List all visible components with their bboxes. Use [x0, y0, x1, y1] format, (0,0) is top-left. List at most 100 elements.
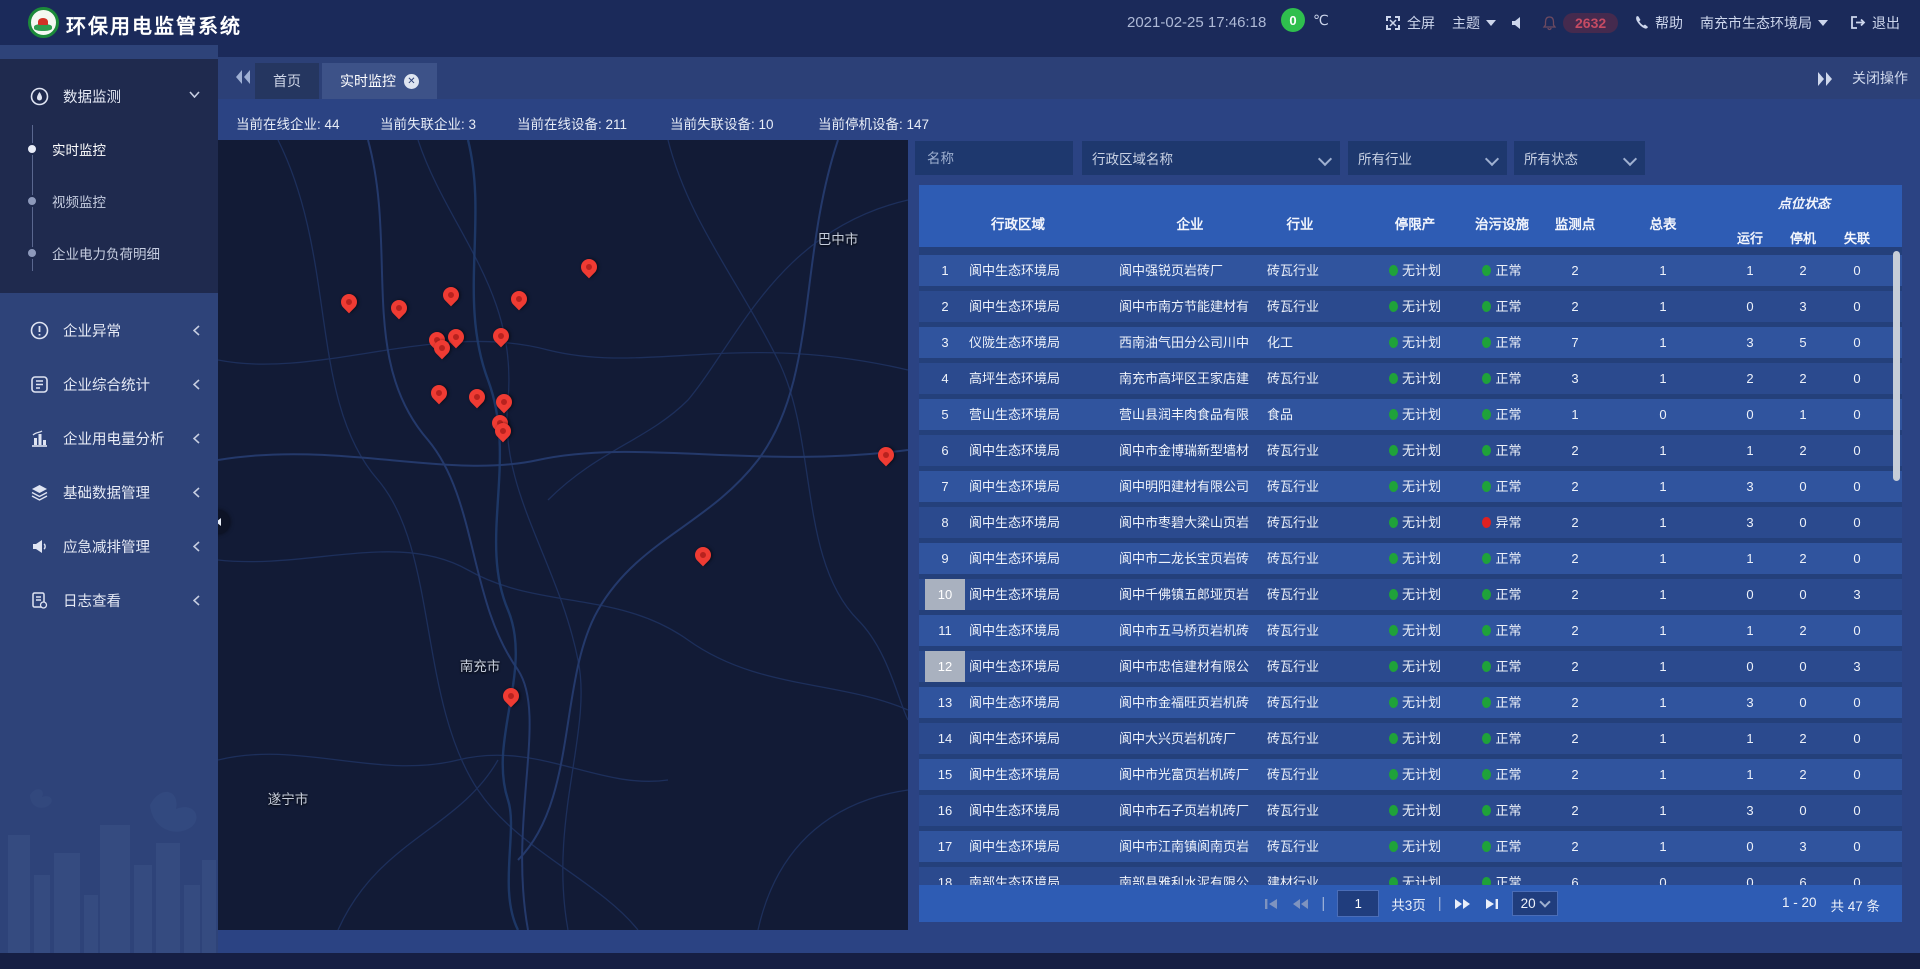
chevron-down-icon	[1486, 20, 1496, 26]
table-scrollbar-thumb[interactable]	[1893, 251, 1900, 481]
last-page-icon	[1484, 897, 1500, 911]
cell-region: 阆中生态环境局	[969, 831, 1099, 862]
cell-halt-count: 6	[1783, 867, 1823, 885]
cell-halt-count: 2	[1783, 759, 1823, 790]
footer-strip	[0, 953, 1920, 969]
tab-close-icon[interactable]: ✕	[404, 74, 419, 89]
page-size-select[interactable]: 20	[1512, 891, 1558, 916]
cell-industry: 砖瓦行业	[1267, 507, 1362, 538]
sidebar-item-label: 应急减排管理	[63, 536, 150, 557]
table-row[interactable]: 3仪陇生态环境局西南油气田分公司川中化工无计划正常71350	[919, 327, 1902, 358]
table-row[interactable]: 5营山生态环境局营山县润丰肉食品有限食品无计划正常10010	[919, 399, 1902, 430]
tabs-scroll-right-icon[interactable]	[1814, 68, 1836, 90]
gis-map[interactable]: 巴中市南充市遂宁市	[218, 140, 908, 930]
cell-monitor-count: 2	[1555, 795, 1595, 826]
log-file-icon	[30, 591, 49, 610]
theme-menu[interactable]: 主题	[1452, 0, 1496, 45]
first-page-button[interactable]	[1263, 897, 1279, 911]
cell-lost-count: 0	[1837, 759, 1877, 790]
table-row[interactable]: 9阆中生态环境局阆中市二龙长宝页岩砖砖瓦行业无计划正常21120	[919, 543, 1902, 574]
status-dot-icon	[1482, 553, 1491, 564]
tab-realtime-monitor[interactable]: 实时监控 ✕	[322, 63, 437, 99]
sidebar-item-emergency-reduction[interactable]: 应急减排管理	[0, 519, 218, 573]
cell-region: 阆中生态环境局	[969, 291, 1099, 322]
table-row[interactable]: 11阆中生态环境局阆中市五马桥页岩机砖砖瓦行业无计划正常21120	[919, 615, 1902, 646]
cell-meter-count: 1	[1643, 507, 1683, 538]
tab-home[interactable]: 首页	[255, 63, 319, 99]
cell-company: 阆中市五马桥页岩机砖	[1119, 615, 1265, 646]
mute-button[interactable]	[1510, 0, 1526, 45]
page-number-input[interactable]	[1337, 890, 1379, 917]
table-row[interactable]: 12阆中生态环境局阆中市忠信建材有限公砖瓦行业无计划正常21003	[919, 651, 1902, 682]
table-row[interactable]: 14阆中生态环境局阆中大兴页岩机砖厂砖瓦行业无计划正常21120	[919, 723, 1902, 754]
table-row[interactable]: 1阆中生态环境局阆中强锐页岩砖厂砖瓦行业无计划正常21120	[919, 255, 1902, 286]
table-row[interactable]: 7阆中生态环境局阆中明阳建材有限公司砖瓦行业无计划正常21300	[919, 471, 1902, 502]
table-row[interactable]: 4高坪生态环境局南充市高坪区王家店建砖瓦行业无计划正常31220	[919, 363, 1902, 394]
tabs-scroll-left-icon[interactable]	[232, 66, 254, 88]
table-row[interactable]: 17阆中生态环境局阆中市江南镇阆南页岩砖瓦行业无计划正常21030	[919, 831, 1902, 862]
cell-monitor-count: 2	[1555, 435, 1595, 466]
status-dot-icon	[1389, 841, 1398, 852]
cell-stop-status: 无计划	[1369, 615, 1461, 646]
table-row[interactable]: 16阆中生态环境局阆中市石子页岩机砖厂砖瓦行业无计划正常21300	[919, 795, 1902, 826]
sidebar-item-enterprise-abnormal[interactable]: 企业异常	[0, 303, 218, 357]
region-filter-select[interactable]: 行政区域名称	[1082, 141, 1340, 175]
fullscreen-label: 全屏	[1407, 13, 1435, 33]
sidebar-item-base-data[interactable]: 基础数据管理	[0, 465, 218, 519]
next-page-button[interactable]	[1454, 897, 1472, 911]
row-index: 17	[925, 831, 965, 862]
table-row[interactable]: 2阆中生态环境局阆中市南方节能建材有砖瓦行业无计划正常21030	[919, 291, 1902, 322]
sidebar-item-enterprise-statistics[interactable]: 企业综合统计	[0, 357, 218, 411]
cell-halt-count: 0	[1783, 471, 1823, 502]
status-dot-icon	[1389, 625, 1398, 636]
cell-region: 阆中生态环境局	[969, 759, 1099, 790]
help-button[interactable]: 帮助	[1634, 0, 1683, 45]
cell-run-count: 1	[1730, 435, 1770, 466]
cell-run-count: 0	[1730, 867, 1770, 885]
table-row[interactable]: 8阆中生态环境局阆中市枣碧大梁山页岩砖瓦行业无计划异常21300	[919, 507, 1902, 538]
cell-company: 阆中强锐页岩砖厂	[1119, 255, 1265, 286]
cell-company: 阆中市南方节能建材有	[1119, 291, 1265, 322]
logout-button[interactable]: 退出	[1850, 0, 1900, 45]
table-row[interactable]: 18南部生态环境局南部县雅利水泥有限公建材行业无计划正常60060	[919, 867, 1902, 885]
table-row[interactable]: 15阆中生态环境局阆中市光富页岩机砖厂砖瓦行业无计划正常21120	[919, 759, 1902, 790]
user-org-menu[interactable]: 南充市生态环境局	[1700, 0, 1828, 45]
stats-board-icon	[30, 375, 49, 394]
sidebar-item-power-load-detail[interactable]: 企业电力负荷明细	[0, 227, 218, 279]
cell-lost-count: 0	[1837, 687, 1877, 718]
app-logo-icon	[28, 7, 59, 38]
table-row[interactable]: 13阆中生态环境局阆中市金福旺页岩机砖砖瓦行业无计划正常21300	[919, 687, 1902, 718]
name-search-input[interactable]	[925, 150, 1063, 167]
cell-meter-count: 1	[1643, 795, 1683, 826]
col-header-stop: 停限产	[1375, 213, 1455, 233]
close-operations-menu[interactable]: 关闭操作	[1852, 68, 1908, 88]
sidebar-item-power-analysis[interactable]: 企业用电量分析	[0, 411, 218, 465]
status-dot-icon	[1482, 625, 1491, 636]
sidebar-item-data-monitoring[interactable]: 数据监测	[0, 69, 218, 123]
last-page-button[interactable]	[1484, 897, 1500, 911]
status-filter-select[interactable]: 所有状态	[1514, 141, 1645, 175]
cell-lost-count: 0	[1837, 363, 1877, 394]
row-index: 13	[925, 687, 965, 718]
cell-halt-count: 0	[1783, 687, 1823, 718]
cell-stop-status: 无计划	[1369, 255, 1461, 286]
table-row[interactable]: 6阆中生态环境局阆中市金博瑞新型墙材砖瓦行业无计划正常21120	[919, 435, 1902, 466]
notifications[interactable]: 2632	[1542, 0, 1618, 45]
tab-bar: 首页 实时监控 ✕ 关闭操作	[218, 57, 1920, 99]
cell-lost-count: 0	[1837, 471, 1877, 502]
sidebar-item-realtime-monitor[interactable]: 实时监控	[0, 123, 218, 175]
cell-run-count: 0	[1730, 399, 1770, 430]
col-header-industry: 行业	[1260, 213, 1340, 233]
table-row[interactable]: 10阆中生态环境局阆中千佛镇五郎垭页岩砖瓦行业无计划正常21003	[919, 579, 1902, 610]
prev-page-button[interactable]	[1291, 897, 1309, 911]
chevron-left-icon	[193, 541, 200, 552]
sidebar-item-log-view[interactable]: 日志查看	[0, 573, 218, 627]
cell-facility-status: 正常	[1459, 867, 1545, 885]
industry-filter-select[interactable]: 所有行业	[1348, 141, 1507, 175]
sidebar-item-video-monitor[interactable]: 视频监控	[0, 175, 218, 227]
cell-run-count: 0	[1730, 831, 1770, 862]
fullscreen-button[interactable]: 全屏	[1385, 0, 1435, 45]
status-dot-icon	[1482, 697, 1491, 708]
status-dot-icon	[1482, 805, 1491, 816]
first-page-icon	[1263, 897, 1279, 911]
